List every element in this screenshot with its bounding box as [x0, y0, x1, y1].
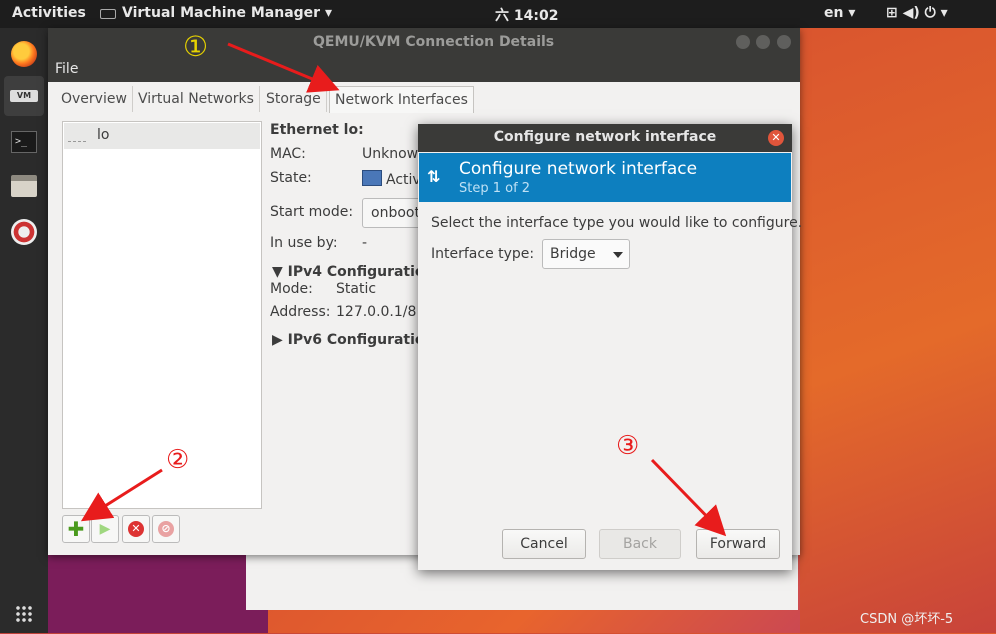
- stop-interface-button[interactable]: ✕: [122, 515, 150, 543]
- tab-network-interfaces[interactable]: Network Interfaces: [329, 86, 474, 113]
- dock: VM >_: [0, 28, 48, 633]
- stop-icon: ✕: [128, 521, 144, 537]
- banner-title: Configure network interface: [459, 159, 698, 179]
- interface-type-select[interactable]: Bridge: [542, 239, 630, 269]
- annotation-3: ③: [616, 431, 640, 461]
- window-title: QEMU/KVM Connection Details: [313, 34, 555, 50]
- chevron-down-icon: [613, 252, 623, 258]
- dock-virt-manager[interactable]: VM: [4, 76, 44, 116]
- ipv4-expander[interactable]: ▼ IPv4 Configuration: [272, 264, 435, 280]
- files-icon: [11, 175, 37, 197]
- network-icon: [68, 131, 86, 142]
- in-use-label: In use by:: [270, 235, 338, 251]
- settings-icon: [11, 219, 37, 245]
- clock[interactable]: 六 14:02: [495, 5, 558, 25]
- wallpaper-right: [800, 0, 996, 633]
- app-menu-label: Virtual Machine Manager: [122, 5, 321, 21]
- banner-step: Step 1 of 2: [459, 181, 531, 196]
- tab-storage[interactable]: Storage: [261, 86, 327, 112]
- menu-bar: File: [48, 56, 800, 82]
- menu-file[interactable]: File: [55, 61, 78, 77]
- delete-interface-button[interactable]: ⊘: [152, 515, 180, 543]
- app-menu-icon: [100, 9, 116, 19]
- annotation-1: ①: [183, 30, 209, 63]
- dialog-titlebar[interactable]: Configure network interface ✕: [418, 124, 792, 152]
- system-tray[interactable]: ⊞ ◀) ⏻ ▾: [886, 5, 948, 21]
- delete-icon: ⊘: [158, 521, 174, 537]
- maximize-button[interactable]: [756, 35, 770, 49]
- address-value: 127.0.0.1/8: [336, 304, 417, 320]
- address-label: Address:: [270, 304, 331, 320]
- ipv6-expander[interactable]: ▶ IPv6 Configuration: [272, 332, 435, 348]
- tab-overview[interactable]: Overview: [56, 86, 133, 112]
- network-transfer-icon: ⇅: [427, 167, 441, 186]
- interface-type-value: Bridge: [550, 246, 596, 262]
- app-menu-button[interactable]: Virtual Machine Manager ▾: [122, 5, 332, 21]
- start-interface-button[interactable]: ▶: [91, 515, 119, 543]
- top-bar: Activities Virtual Machine Manager ▾ 六 1…: [0, 0, 996, 28]
- annotation-2: ②: [166, 445, 190, 475]
- tab-virtual-networks[interactable]: Virtual Networks: [133, 86, 260, 112]
- mac-label: MAC:: [270, 146, 306, 162]
- cancel-button[interactable]: Cancel: [502, 529, 586, 559]
- show-applications-button[interactable]: [4, 594, 44, 634]
- dock-settings[interactable]: [4, 212, 44, 252]
- in-use-value: -: [362, 235, 368, 251]
- dialog-banner: ⇅ Configure network interface Step 1 of …: [419, 153, 791, 202]
- dialog-close-button[interactable]: ✕: [768, 130, 784, 146]
- dock-terminal[interactable]: >_: [4, 122, 44, 162]
- apps-grid-icon: [15, 605, 33, 623]
- terminal-icon: >_: [11, 131, 37, 153]
- dock-firefox[interactable]: [4, 34, 44, 74]
- firefox-icon: [11, 41, 37, 67]
- add-interface-button[interactable]: ✚: [62, 515, 90, 543]
- activities-button[interactable]: Activities: [12, 5, 86, 21]
- language-indicator[interactable]: en ▾: [824, 5, 855, 21]
- mode-label: Mode:: [270, 281, 313, 297]
- close-button[interactable]: [777, 35, 791, 49]
- window-titlebar[interactable]: QEMU/KVM Connection Details: [48, 28, 800, 56]
- minimize-button[interactable]: [736, 35, 750, 49]
- watermark: CSDN @坏坏-5: [860, 612, 954, 627]
- mode-value: Static: [336, 281, 377, 297]
- forward-button[interactable]: Forward: [696, 529, 780, 559]
- plus-icon: ✚: [67, 517, 85, 541]
- back-button[interactable]: Back: [599, 529, 681, 559]
- list-item[interactable]: lo: [64, 123, 260, 149]
- configure-interface-dialog: Configure network interface ✕ ⇅ Configur…: [418, 124, 802, 570]
- ipv4-header: IPv4 Configuration: [287, 264, 435, 280]
- play-icon: ▶: [99, 521, 111, 537]
- ipv6-header: IPv6 Configuration: [287, 332, 435, 348]
- dock-files[interactable]: [4, 166, 44, 206]
- dialog-title: Configure network interface: [493, 129, 717, 145]
- interface-name: lo: [97, 127, 110, 143]
- state-label: State:: [270, 170, 312, 186]
- interface-list: lo: [62, 121, 262, 509]
- dialog-prompt: Select the interface type you would like…: [431, 215, 803, 231]
- start-mode-label: Start mode:: [270, 204, 354, 220]
- details-heading: Ethernet lo:: [270, 122, 364, 138]
- monitor-icon: [362, 170, 382, 186]
- interface-type-label: Interface type:: [431, 246, 535, 262]
- virt-manager-icon: VM: [10, 90, 38, 102]
